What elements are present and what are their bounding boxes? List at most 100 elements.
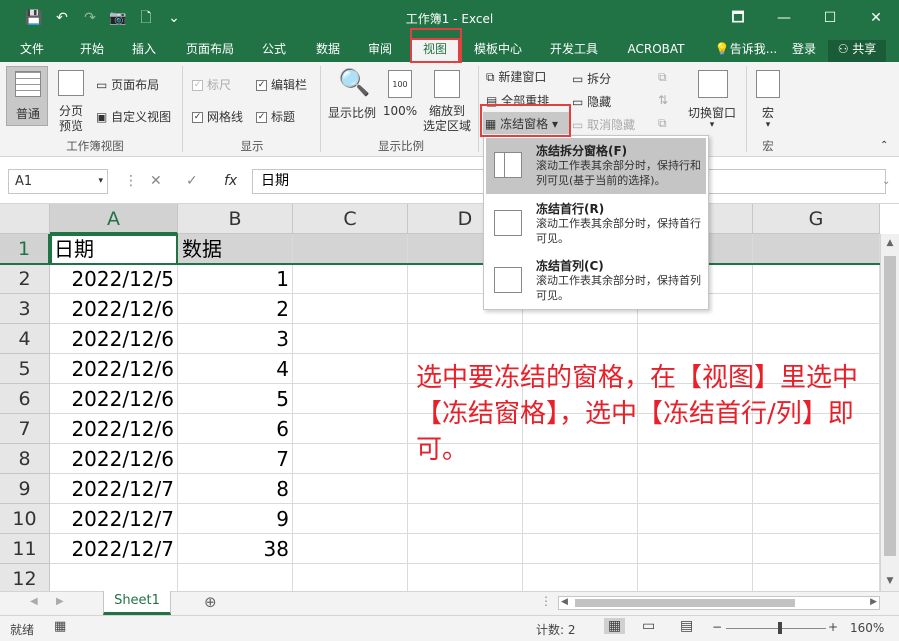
- insert-function-icon[interactable]: fx: [224, 169, 237, 194]
- name-box[interactable]: A1 ▾: [8, 169, 108, 194]
- cell-b10[interactable]: 9: [178, 504, 293, 534]
- tab-developer[interactable]: 开发工具: [542, 40, 606, 62]
- add-sheet-icon[interactable]: ⊕: [204, 593, 217, 611]
- custom-view-button[interactable]: ▣ 自定义视图: [96, 108, 171, 125]
- share-button[interactable]: ⚇ 共享: [828, 40, 886, 62]
- tab-formulas[interactable]: 公式: [252, 40, 296, 62]
- horizontal-scroll-thumb[interactable]: [575, 599, 795, 607]
- row-header-10[interactable]: 10: [0, 504, 50, 534]
- scroll-right-icon[interactable]: ▶: [870, 597, 877, 607]
- cell-a10[interactable]: 2022/12/7: [50, 504, 178, 534]
- cell-a4[interactable]: 2022/12/6: [50, 324, 178, 354]
- maximize-button[interactable]: ☐: [807, 0, 853, 36]
- ruler-checkbox[interactable]: ✓ 标尺: [192, 76, 231, 93]
- zoom-out-icon[interactable]: −: [712, 620, 722, 634]
- cell-a7[interactable]: 2022/12/6: [50, 414, 178, 444]
- vertical-scroll-thumb[interactable]: [884, 256, 896, 556]
- normal-view-status-icon[interactable]: ▦: [604, 618, 626, 634]
- cell-a11[interactable]: 2022/12/7: [50, 534, 178, 564]
- page-layout-status-icon[interactable]: ▭: [642, 618, 655, 634]
- formula-bar-checkbox[interactable]: ✓ 编辑栏: [256, 76, 307, 93]
- tab-review[interactable]: 审阅: [358, 40, 402, 62]
- prev-sheet-icon[interactable]: ◀: [30, 596, 38, 607]
- sheet-tab-sheet1[interactable]: Sheet1: [103, 591, 171, 615]
- scroll-left-icon[interactable]: ◀: [561, 597, 568, 607]
- row-header-6[interactable]: 6: [0, 384, 50, 414]
- cell-a2[interactable]: 2022/12/5: [50, 264, 178, 294]
- zoom-slider-thumb[interactable]: [778, 622, 782, 634]
- column-header-c[interactable]: C: [293, 204, 408, 234]
- tab-page-layout[interactable]: 页面布局: [180, 40, 240, 62]
- row-header-7[interactable]: 7: [0, 414, 50, 444]
- cell-a6[interactable]: 2022/12/6: [50, 384, 178, 414]
- cell-a8[interactable]: 2022/12/6: [50, 444, 178, 474]
- minimize-button[interactable]: —: [761, 0, 807, 36]
- split-button[interactable]: ▭ 拆分: [572, 70, 611, 87]
- row-header-5[interactable]: 5: [0, 354, 50, 384]
- login-link[interactable]: 登录: [786, 40, 822, 62]
- scroll-up-icon[interactable]: ▲: [881, 238, 899, 248]
- row-header-12[interactable]: 12: [0, 564, 50, 591]
- cell-b8[interactable]: 7: [178, 444, 293, 474]
- macro-record-icon[interactable]: ▦: [54, 619, 66, 634]
- cell-a1[interactable]: 日期: [50, 234, 178, 264]
- row-header-4[interactable]: 4: [0, 324, 50, 354]
- scroll-down-icon[interactable]: ▼: [881, 576, 899, 586]
- cell-a5[interactable]: 2022/12/6: [50, 354, 178, 384]
- more-icon[interactable]: ⋮: [124, 169, 138, 194]
- sync-scroll-icon[interactable]: ⇅: [658, 93, 668, 107]
- cell-b4[interactable]: 3: [178, 324, 293, 354]
- worksheet-grid[interactable]: ABCDEFG 123456789101112 日期数据2022/12/5120…: [0, 204, 899, 591]
- gridlines-checkbox[interactable]: ✓ 网格线: [192, 108, 243, 125]
- tab-data[interactable]: 数据: [306, 40, 350, 62]
- cell-b11[interactable]: 38: [178, 534, 293, 564]
- splitter-icon[interactable]: ⋮: [540, 594, 552, 608]
- tab-templates[interactable]: 模板中心: [468, 40, 528, 62]
- vertical-scrollbar[interactable]: ▲ ▼: [880, 234, 899, 591]
- page-break-status-icon[interactable]: ▤: [680, 618, 693, 634]
- row-header-1[interactable]: 1: [0, 234, 50, 264]
- zoom-in-icon[interactable]: +: [828, 620, 838, 634]
- column-header-a[interactable]: A: [50, 204, 178, 234]
- zoom-100-button[interactable]: 100 100%: [382, 66, 418, 128]
- row-header-8[interactable]: 8: [0, 444, 50, 474]
- new-window-button[interactable]: ⧉ 新建窗口: [486, 68, 546, 85]
- unhide-button[interactable]: ▭ 取消隐藏: [572, 116, 635, 133]
- zoom-selection-button[interactable]: 缩放到 选定区域: [420, 66, 474, 134]
- macros-button[interactable]: 宏 ▾: [752, 66, 784, 134]
- cell-b7[interactable]: 6: [178, 414, 293, 444]
- collapse-ribbon-icon[interactable]: ⌃: [880, 140, 888, 151]
- enter-icon[interactable]: ✓: [186, 169, 198, 194]
- column-header-b[interactable]: B: [178, 204, 293, 234]
- zoom-level[interactable]: 160%: [850, 621, 884, 635]
- headings-checkbox[interactable]: ✓ 标题: [256, 108, 295, 125]
- zoom-slider[interactable]: [726, 622, 826, 634]
- reset-position-icon[interactable]: ⧉: [658, 116, 667, 131]
- menu-freeze-panes[interactable]: 冻结拆分窗格(F) 滚动工作表其余部分时，保持行和列可见(基于当前的选择)。: [486, 138, 706, 194]
- hide-button[interactable]: ▭ 隐藏: [572, 93, 611, 110]
- expand-formula-icon[interactable]: ⌄: [882, 169, 890, 194]
- cell-a3[interactable]: 2022/12/6: [50, 294, 178, 324]
- tab-acrobat[interactable]: ACROBAT: [620, 40, 692, 62]
- zoom-button[interactable]: 🔍 显示比例: [326, 66, 378, 128]
- cell-b1[interactable]: 数据: [178, 234, 293, 264]
- menu-freeze-first-column[interactable]: 冻结首列(C) 滚动工作表其余部分时，保持首列可见。: [486, 253, 706, 309]
- view-side-by-side-icon[interactable]: ⧉: [658, 70, 667, 85]
- page-break-view-button[interactable]: 分页 预览: [52, 66, 90, 134]
- cell-b3[interactable]: 2: [178, 294, 293, 324]
- ribbon-display-icon[interactable]: 🗖: [715, 0, 761, 36]
- horizontal-scrollbar[interactable]: ◀ ▶: [558, 596, 880, 610]
- row-header-9[interactable]: 9: [0, 474, 50, 504]
- close-button[interactable]: ✕: [853, 0, 899, 36]
- tab-insert[interactable]: 插入: [122, 40, 166, 62]
- menu-freeze-top-row[interactable]: 冻结首行(R) 滚动工作表其余部分时，保持首行可见。: [486, 196, 706, 252]
- next-sheet-icon[interactable]: ▶: [56, 596, 64, 607]
- column-header-g[interactable]: G: [753, 204, 880, 234]
- page-layout-view-button[interactable]: ▭ 页面布局: [96, 76, 159, 93]
- row-header-3[interactable]: 3: [0, 294, 50, 324]
- row-header-11[interactable]: 11: [0, 534, 50, 564]
- switch-window-button[interactable]: 切换窗口 ▾: [684, 66, 740, 134]
- tab-home[interactable]: 开始: [70, 40, 114, 62]
- select-all-corner[interactable]: [0, 204, 50, 234]
- normal-view-button[interactable]: 普通: [6, 66, 48, 126]
